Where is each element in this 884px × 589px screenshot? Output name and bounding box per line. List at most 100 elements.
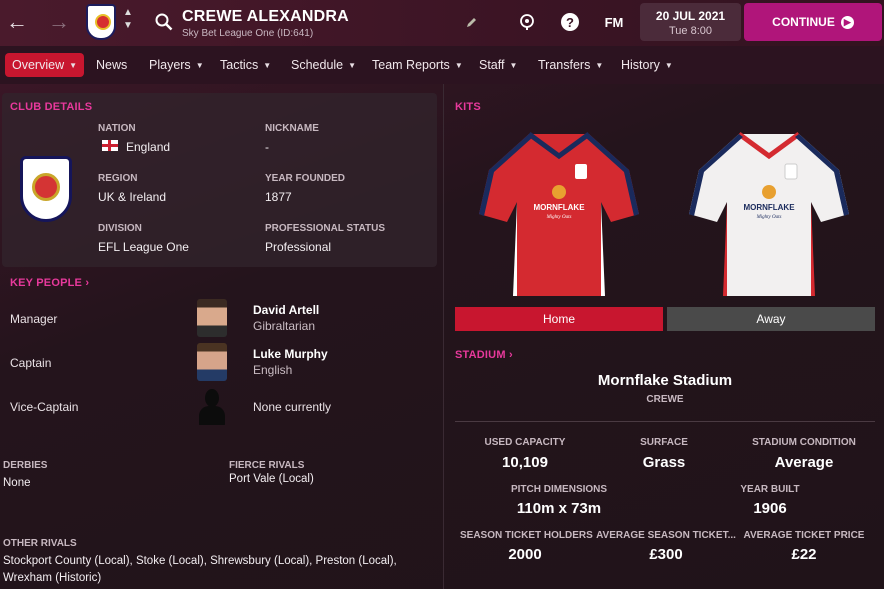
- stadium-divider: [455, 421, 875, 422]
- back-arrow-icon[interactable]: ←: [6, 8, 28, 36]
- status-value: Professional: [265, 240, 332, 254]
- condition-value: Average: [774, 454, 834, 471]
- club-switcher-icon[interactable]: ▲ ▼: [121, 6, 135, 32]
- home-kit-tab[interactable]: Home: [455, 307, 663, 331]
- used-capacity-value: 10,109: [502, 454, 548, 471]
- help-icon[interactable]: ?: [559, 11, 581, 33]
- tab-tactics[interactable]: Tactics ▼: [220, 53, 271, 77]
- nation-value[interactable]: England: [126, 140, 170, 154]
- tab-label: Players: [149, 58, 191, 72]
- status-label: PROFESSIONAL STATUS: [265, 223, 386, 234]
- captain-name[interactable]: Luke Murphy: [253, 347, 328, 361]
- club-crest-small[interactable]: [86, 4, 116, 40]
- pitch-value: 110m x 73m: [516, 500, 602, 517]
- surface-label: SURFACE: [640, 437, 688, 448]
- season-holders-value: 2000: [508, 546, 542, 563]
- chevron-down-icon: ▼: [195, 60, 204, 70]
- continue-button[interactable]: CONTINUE ▶: [744, 3, 882, 41]
- edit-icon[interactable]: [462, 14, 480, 32]
- pitch-label: PITCH DIMENSIONS: [510, 484, 608, 495]
- manager-nationality: Gibraltarian: [253, 319, 316, 333]
- club-crest: [20, 156, 72, 222]
- date-display[interactable]: 20 JUL 2021 Tue 8:00: [640, 3, 741, 41]
- tab-overview[interactable]: Overview ▼: [5, 53, 85, 77]
- home-sponsor-sub: Mighty Oats: [546, 215, 572, 220]
- column-divider: [443, 84, 444, 589]
- current-time: Tue 8:00: [668, 25, 712, 37]
- division-label: DIVISION: [98, 223, 142, 234]
- tab-schedule[interactable]: Schedule ▼: [291, 53, 356, 77]
- home-kit-shirt[interactable]: MORNFLAKE Mighty Oats: [479, 130, 639, 298]
- chevron-right-icon: ›: [508, 349, 513, 361]
- chevron-down-icon: ▼: [263, 60, 272, 70]
- fierce-rivals-value[interactable]: Port Vale (Local): [229, 473, 314, 485]
- nickname-value: -: [265, 140, 269, 154]
- nickname-label: NICKNAME: [265, 123, 319, 134]
- tab-label: History: [621, 58, 660, 72]
- derbies-value: None: [3, 477, 31, 489]
- chevron-down-icon: ▼: [454, 60, 463, 70]
- manager-name[interactable]: David Artell: [253, 303, 319, 317]
- silhouette-body: [199, 406, 225, 425]
- tab-label: Schedule: [291, 58, 344, 72]
- role-captain: Captain: [10, 356, 52, 370]
- away-kit-tab[interactable]: Away: [667, 307, 875, 331]
- tab-label: Transfers: [538, 58, 591, 72]
- fm-menu-button[interactable]: FM: [600, 11, 628, 33]
- away-sponsor: MORNFLAKE: [743, 203, 795, 212]
- tab-label: Staff: [479, 58, 505, 72]
- away-kit-shirt[interactable]: MORNFLAKE Mighty Oats: [689, 130, 849, 298]
- crest-emblem: [32, 173, 60, 201]
- division-value[interactable]: EFL League One: [98, 240, 189, 254]
- stadium-link[interactable]: STADIUM ›: [455, 349, 513, 361]
- used-capacity-label: USED CAPACITY: [484, 437, 566, 448]
- vice-captain-avatar-placeholder: [197, 387, 227, 425]
- social-feed-icon[interactable]: [516, 11, 538, 33]
- avg-ticket-value: £22: [791, 546, 817, 563]
- manager-avatar[interactable]: [197, 299, 227, 337]
- founded-label: YEAR FOUNDED: [265, 173, 346, 184]
- tab-staff[interactable]: Staff ▼: [479, 53, 517, 77]
- page-subtitle: Sky Bet League One (ID:641): [182, 28, 314, 39]
- continue-label: CONTINUE: [772, 15, 835, 29]
- fierce-rivals-label: FIERCE RIVALS: [229, 460, 305, 471]
- built-label: YEAR BUILT: [740, 484, 800, 495]
- current-date: 20 JUL 2021: [655, 9, 726, 23]
- tab-label: Tactics: [220, 58, 259, 72]
- chevron-down-icon: ▼: [595, 60, 604, 70]
- tab-news[interactable]: News: [96, 53, 127, 77]
- other-rivals-line1[interactable]: Stockport County (Local), Stoke (Local),…: [3, 555, 397, 567]
- home-sponsor: MORNFLAKE: [533, 203, 585, 212]
- key-people-link[interactable]: KEY PEOPLE ›: [10, 277, 89, 289]
- continue-arrow-icon: ▶: [840, 15, 854, 29]
- tab-team-reports[interactable]: Team Reports ▼: [372, 53, 463, 77]
- tab-transfers[interactable]: Transfers ▼: [538, 53, 603, 77]
- surface-value: Grass: [642, 454, 686, 471]
- stadium-heading: STADIUM: [455, 349, 506, 361]
- forward-arrow-icon[interactable]: →: [48, 8, 70, 36]
- search-icon[interactable]: [152, 10, 176, 34]
- condition-label: STADIUM CONDITION: [752, 437, 856, 448]
- chevron-down-icon: ▼: [348, 60, 357, 70]
- other-rivals-line2[interactable]: Wrexham (Historic): [3, 572, 101, 584]
- built-value: 1906: [753, 500, 787, 517]
- nation-label: NATION: [98, 123, 136, 134]
- page-title: CREWE ALEXANDRA: [182, 8, 349, 25]
- away-sponsor-sub: Mighty Oats: [756, 215, 782, 220]
- vice-captain-name: None currently: [253, 400, 332, 414]
- kits-heading: KITS: [455, 101, 481, 113]
- stadium-name: Mornflake Stadium: [597, 372, 733, 389]
- tab-label: News: [96, 58, 128, 72]
- captain-avatar[interactable]: [197, 343, 227, 381]
- key-people-heading: KEY PEOPLE: [10, 277, 83, 289]
- chevron-down-icon: ▼: [664, 60, 673, 70]
- other-rivals-label: OTHER RIVALS: [3, 538, 77, 549]
- chevron-right-icon: ›: [85, 277, 90, 289]
- tab-players[interactable]: Players ▼: [149, 53, 204, 77]
- tab-history[interactable]: History ▼: [621, 53, 673, 77]
- tab-label: Team Reports: [372, 58, 450, 72]
- avg-ticket-label: AVERAGE TICKET PRICE: [743, 530, 865, 541]
- season-holders-label: SEASON TICKET HOLDERS: [460, 530, 593, 541]
- avg-season-ticket-value: £300: [649, 546, 683, 563]
- role-vice-captain: Vice-Captain: [10, 400, 79, 414]
